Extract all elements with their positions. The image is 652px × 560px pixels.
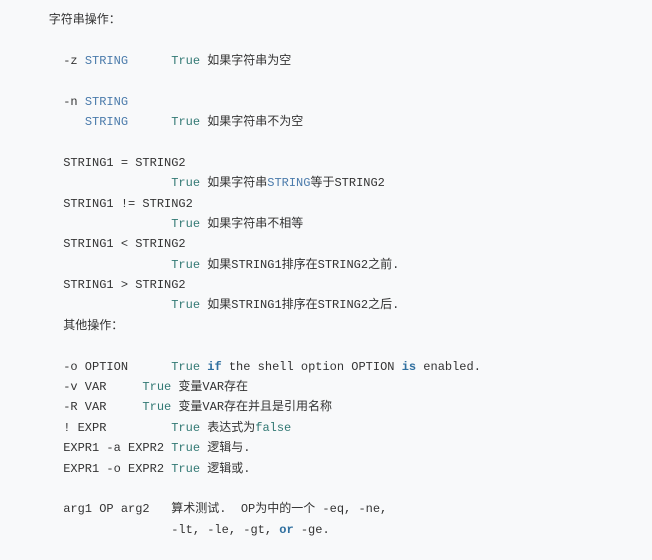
- code-token: 表达式为: [200, 421, 255, 435]
- code-line: [20, 479, 632, 499]
- code-token: True: [171, 462, 200, 476]
- code-line: ! EXPR True 表达式为false: [20, 418, 632, 438]
- code-token: enabled.: [416, 360, 481, 374]
- code-line: [20, 30, 632, 50]
- code-line: -o OPTION True if the shell option OPTIO…: [20, 357, 632, 377]
- code-token: [20, 176, 171, 190]
- code-line: STRING1 = STRING2: [20, 153, 632, 173]
- code-token: True: [171, 115, 200, 129]
- code-line: 其他操作：: [20, 316, 632, 336]
- code-token: EXPR1 -a EXPR2: [20, 441, 171, 455]
- code-token: True: [171, 176, 200, 190]
- code-token: 如果STRING1排序在STRING2之前.: [200, 258, 399, 272]
- code-line: [20, 71, 632, 91]
- code-token: STRING: [85, 54, 128, 68]
- code-token: ! EXPR: [20, 421, 171, 435]
- code-token: [128, 115, 171, 129]
- code-token: STRING1 = STRING2: [20, 156, 186, 170]
- code-line: [20, 336, 632, 356]
- code-token: STRING1 > STRING2: [20, 278, 186, 292]
- code-token: 如果字符串不相等: [200, 217, 303, 231]
- code-token: 如果STRING1排序在STRING2之后.: [200, 298, 399, 312]
- code-token: 变量VAR存在并且是引用名称: [171, 400, 332, 414]
- code-token: is: [402, 360, 416, 374]
- code-token: 逻辑或.: [200, 462, 250, 476]
- code-token: 如果字符串为空: [200, 54, 291, 68]
- code-token: STRING: [267, 176, 310, 190]
- code-line: -z STRING True 如果字符串为空: [20, 51, 632, 71]
- code-token: True: [171, 258, 200, 272]
- code-token: STRING1 < STRING2: [20, 237, 186, 251]
- code-token: True: [171, 360, 200, 374]
- code-line: STRING1 != STRING2: [20, 194, 632, 214]
- code-line: EXPR1 -o EXPR2 True 逻辑或.: [20, 459, 632, 479]
- code-line: True 如果STRING1排序在STRING2之后.: [20, 295, 632, 315]
- code-token: 如果字符串不为空: [200, 115, 303, 129]
- code-token: -R VAR: [20, 400, 142, 414]
- code-token: the shell option OPTION: [222, 360, 402, 374]
- code-token: True: [171, 421, 200, 435]
- code-token: arg1 OP arg2 算术测试. OP为中的一个 -eq, -ne,: [20, 502, 387, 516]
- code-line: -v VAR True 变量VAR存在: [20, 377, 632, 397]
- code-token: STRING: [85, 115, 128, 129]
- code-line: STRING1 < STRING2: [20, 234, 632, 254]
- code-token: True: [142, 400, 171, 414]
- code-line: True 如果字符串不相等: [20, 214, 632, 234]
- code-token: if: [207, 360, 221, 374]
- code-token: True: [142, 380, 171, 394]
- code-line: arg1 OP arg2 算术测试. OP为中的一个 -eq, -ne,: [20, 499, 632, 519]
- code-line: EXPR1 -a EXPR2 True 逻辑与.: [20, 438, 632, 458]
- code-line: 字符串操作：: [20, 10, 632, 30]
- code-token: [20, 115, 85, 129]
- code-token: [20, 258, 171, 272]
- code-token: -z: [20, 54, 85, 68]
- code-line: STRING1 > STRING2: [20, 275, 632, 295]
- code-token: True: [171, 54, 200, 68]
- code-block: 字符串操作： -z STRING True 如果字符串为空 -n STRING …: [0, 0, 652, 560]
- code-token: 字符串操作：: [20, 13, 121, 27]
- code-token: -lt, -le, -gt,: [20, 523, 279, 537]
- code-token: or: [279, 523, 293, 537]
- code-token: [20, 298, 171, 312]
- code-token: false: [255, 421, 291, 435]
- code-token: [128, 54, 171, 68]
- code-token: -n: [20, 95, 85, 109]
- code-token: True: [171, 441, 200, 455]
- code-token: STRING: [85, 95, 128, 109]
- code-token: 如果字符串: [200, 176, 267, 190]
- code-line: -lt, -le, -gt, or -ge.: [20, 520, 632, 540]
- code-line: -n STRING: [20, 92, 632, 112]
- code-token: -o OPTION: [20, 360, 171, 374]
- code-token: STRING1 != STRING2: [20, 197, 193, 211]
- code-token: EXPR1 -o EXPR2: [20, 462, 171, 476]
- code-token: -ge.: [294, 523, 330, 537]
- code-line: True 如果字符串STRING等于STRING2: [20, 173, 632, 193]
- code-line: STRING True 如果字符串不为空: [20, 112, 632, 132]
- code-token: 其他操作：: [20, 319, 123, 333]
- code-token: 等于STRING2: [310, 176, 384, 190]
- code-token: [20, 217, 171, 231]
- code-line: True 如果STRING1排序在STRING2之前.: [20, 255, 632, 275]
- code-token: True: [171, 298, 200, 312]
- code-token: -v VAR: [20, 380, 142, 394]
- code-line: [20, 132, 632, 152]
- code-token: True: [171, 217, 200, 231]
- code-line: -R VAR True 变量VAR存在并且是引用名称: [20, 397, 632, 417]
- code-token: 变量VAR存在: [171, 380, 248, 394]
- code-token: 逻辑与.: [200, 441, 250, 455]
